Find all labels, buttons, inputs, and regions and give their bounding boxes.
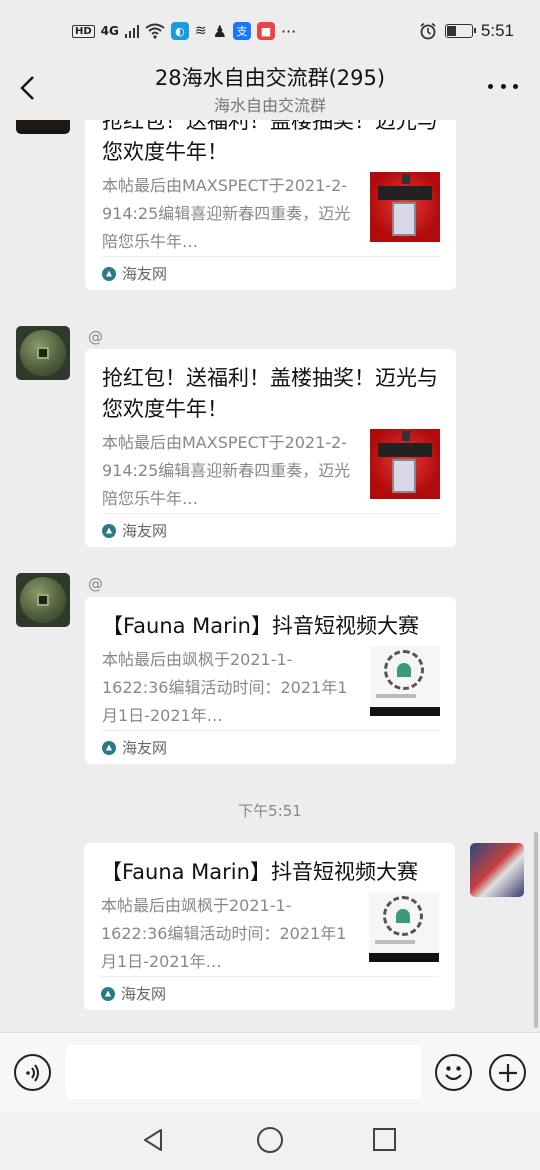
card-description: 本帖最后由MAXSPECT于2021-2-914:25编辑喜迎新春四重奏，迈光陪… — [102, 433, 351, 508]
haiyou-logo-icon — [101, 986, 115, 1001]
app-blue-icon: ◐ — [170, 22, 189, 40]
card-title: 【Fauna Marin】抖音短视频大赛 — [101, 860, 418, 884]
chevron-left-icon — [20, 76, 34, 100]
card-source: 海友网 — [102, 513, 440, 547]
link-card[interactable]: 抢红包！送福利！盖楼抽奖！迈光与您欢度牛年！ 本帖最后由MAXSPECT于202… — [85, 120, 456, 290]
card-description: 本帖最后由飒枫于2021-1-1622:36编辑活动时间：2021年1月1日-2… — [101, 896, 347, 971]
link-card[interactable]: 【Fauna Marin】抖音短视频大赛 本帖最后由飒枫于2021-1-1622… — [84, 843, 455, 1010]
status-bar: HD 4G ◐ ≋ ♟ 支 ■ ··· 5:51 — [0, 0, 540, 62]
nav-recents-icon[interactable] — [373, 1128, 396, 1151]
more-options-button[interactable] — [488, 76, 518, 96]
signal-icon — [124, 25, 139, 38]
haiyou-logo-icon — [102, 266, 116, 281]
chat-header: 28海水自由交流群(295) 海水自由交流群 — [0, 62, 540, 120]
sender-avatar[interactable] — [16, 326, 70, 380]
card-source-label: 海友网 — [122, 265, 168, 283]
link-card[interactable]: 抢红包！送福利！盖楼抽奖！迈光与您欢度牛年！ 本帖最后由MAXSPECT于202… — [85, 349, 456, 547]
chat-title: 28海水自由交流群(295) — [154, 66, 386, 90]
card-description: 本帖最后由飒枫于2021-1-1622:36编辑活动时间：2021年1月1日-2… — [102, 650, 348, 725]
voice-button[interactable] — [14, 1054, 51, 1091]
card-title: 抢红包！送福利！盖楼抽奖！迈光与您欢度牛年！ — [102, 366, 438, 421]
input-bar — [0, 1032, 540, 1112]
nav-back-icon[interactable] — [141, 1127, 167, 1153]
card-thumbnail — [369, 892, 439, 962]
back-button[interactable] — [16, 74, 38, 102]
system-navigation-bar — [0, 1112, 540, 1170]
sender-mention: @ — [88, 328, 103, 346]
more-functions-button[interactable] — [489, 1054, 526, 1091]
card-thumbnail — [370, 429, 440, 499]
plus-icon — [498, 1063, 517, 1082]
message-list[interactable]: 抢红包！送福利！盖楼抽奖！迈光与您欢度牛年！ 本帖最后由MAXSPECT于202… — [0, 120, 540, 1032]
haiyou-logo-icon — [102, 740, 116, 755]
message-input[interactable] — [66, 1045, 421, 1099]
wifi-icon — [145, 23, 165, 39]
card-title: 抢红包！送福利！盖楼抽奖！迈光与您欢度牛年！ — [102, 120, 438, 164]
app-red-icon: ■ — [256, 22, 275, 40]
sender-mention: @ — [88, 575, 103, 593]
emoji-button[interactable] — [435, 1054, 472, 1091]
clock: 5:51 — [480, 21, 514, 40]
card-thumbnail — [370, 172, 440, 242]
card-source: 海友网 — [102, 730, 440, 764]
scrollbar[interactable] — [534, 832, 538, 1028]
card-source-label: 海友网 — [121, 985, 167, 1003]
smiley-icon — [445, 1066, 462, 1081]
card-source: 海友网 — [101, 976, 439, 1010]
card-title: 【Fauna Marin】抖音短视频大赛 — [102, 614, 419, 638]
sender-avatar[interactable] — [16, 573, 70, 627]
card-source-label: 海友网 — [122, 739, 168, 757]
card-description: 本帖最后由MAXSPECT于2021-2-914:25编辑喜迎新春四重奏，迈光陪… — [102, 176, 351, 251]
nav-home-icon[interactable] — [257, 1127, 283, 1153]
link-card[interactable]: 【Fauna Marin】抖音短视频大赛 本帖最后由飒枫于2021-1-1622… — [85, 597, 456, 764]
more-dots-icon: ··· — [280, 21, 297, 41]
wind-icon: ≋ — [194, 23, 207, 39]
sender-avatar[interactable] — [16, 120, 70, 134]
hd-badge: HD — [72, 24, 95, 38]
my-avatar[interactable] — [470, 843, 524, 897]
signal-label: 4G — [100, 24, 119, 38]
chat-subtitle: 海水自由交流群 — [213, 96, 326, 115]
card-source-label: 海友网 — [122, 522, 168, 540]
time-divider: 下午5:51 — [238, 802, 302, 820]
qq-icon: ♟ — [212, 21, 227, 41]
haiyou-logo-icon — [102, 523, 116, 538]
voice-icon — [25, 1063, 39, 1082]
alipay-icon: 支 — [232, 22, 251, 40]
card-source: 海友网 — [102, 256, 440, 290]
card-thumbnail — [370, 646, 440, 716]
battery-icon — [444, 24, 476, 38]
alarm-icon — [420, 22, 436, 40]
